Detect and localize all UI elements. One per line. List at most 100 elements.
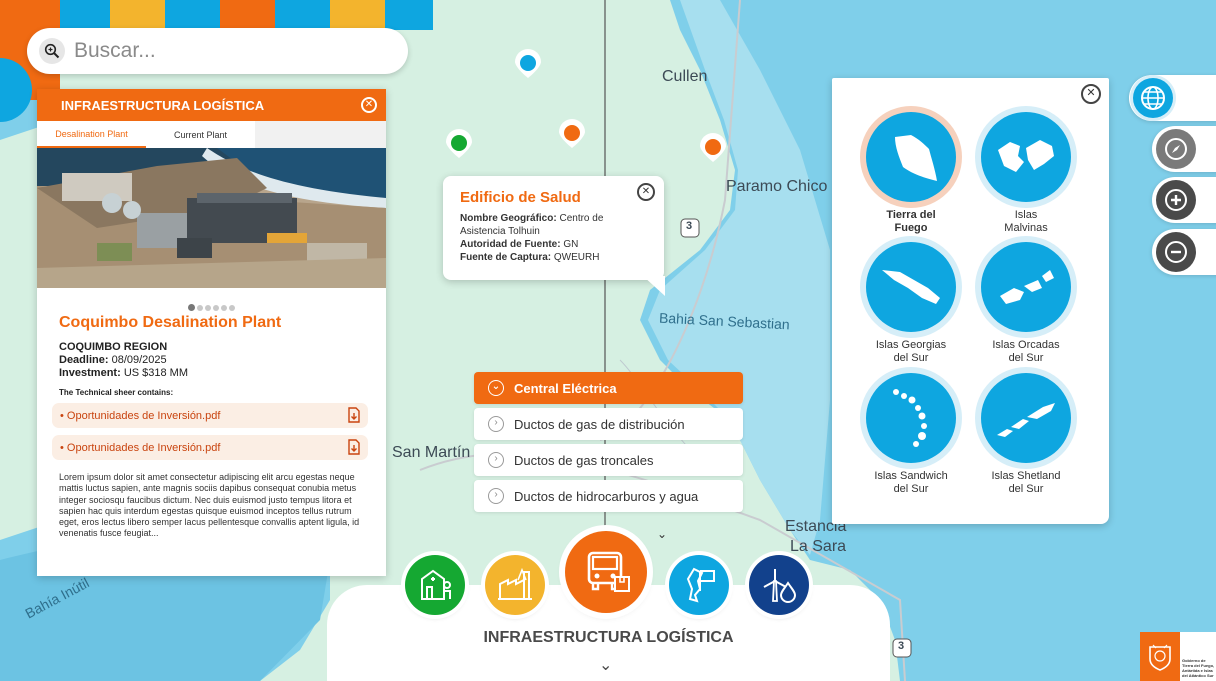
chevron-down-icon[interactable]: ⌄ (657, 527, 667, 541)
layer-label: Ductos de gas de distribución (514, 416, 685, 432)
popup-row: Asistencia Tolhuin (460, 226, 540, 237)
zoom-out-icon[interactable] (1156, 232, 1196, 272)
close-icon[interactable]: ✕ (361, 97, 377, 113)
region-islas-sandwich-del-sur[interactable]: Islas Sandwich del Sur (856, 373, 966, 496)
route-shield-label: 3 (686, 220, 693, 232)
factory-icon (498, 567, 532, 600)
hospital-icon (421, 569, 451, 600)
layer-ductos-hidrocarburos-agua[interactable]: › Ductos de hidrocarburos y agua (474, 480, 743, 512)
project-card: INFRAESTRUCTURA LOGÍSTICA ✕ Desalination… (37, 89, 386, 576)
tab-current-plant[interactable]: Current Plant (146, 121, 255, 148)
popup-row: Fuente de Captura: QWEURH (460, 252, 600, 263)
category-title: INFRAESTRUCTURA LOGÍSTICA (483, 629, 734, 646)
islas-shetland-map-icon (981, 373, 1071, 463)
project-description: Lorem ipsum dolor sit amet consectetur a… (59, 472, 360, 539)
layers-menu: ⌄ Central Eléctrica › Ductos de gas de d… (474, 372, 743, 541)
popup-row: Nombre Geográfico: Centro de (460, 213, 604, 224)
region-label: Islas Orcadas del Sur (992, 339, 1060, 364)
search-input[interactable] (74, 39, 374, 63)
chevron-down-icon[interactable]: ⌄ (599, 655, 612, 675)
coat-of-arms-icon (1140, 632, 1180, 681)
map-label-san-martin: San Martín (392, 444, 471, 461)
map-label-la-sara: La Sara (790, 538, 847, 555)
popup-details: Nombre Geográfico: Centro de Asistencia … (460, 212, 664, 264)
region-islas-malvinas[interactable]: Islas Malvinas (971, 112, 1081, 235)
map-flag-icon (686, 567, 715, 603)
tabs-filler (255, 121, 386, 148)
technical-sheet-label: The Technical sheer contains: (59, 388, 174, 397)
chevron-down-icon: ⌄ (488, 380, 504, 396)
wind-water-icon (763, 569, 797, 603)
download-icon[interactable] (347, 407, 361, 423)
truck-icon (587, 551, 630, 592)
map-popup: Edificio de Salud ✕ Nombre Geográfico: C… (443, 176, 665, 296)
region-label: Islas Shetland del Sur (991, 470, 1061, 495)
pdf-file-name: • Oportunidades de Inversión.pdf (60, 441, 221, 454)
route-shield-label: 3 (898, 640, 905, 652)
tab-desalination-plant[interactable]: Desalination Plant (37, 121, 146, 148)
category-industry-button[interactable] (485, 555, 545, 615)
islas-malvinas-map-icon (981, 112, 1071, 202)
layer-ductos-gas-distribucion[interactable]: › Ductos de gas de distribución (474, 408, 743, 440)
popup-title: Edificio de Salud (460, 189, 581, 206)
carousel-dot[interactable] (229, 305, 235, 311)
plant-photo (37, 148, 386, 288)
region-label: Islas Sandwich del Sur (874, 470, 948, 495)
carousel-dots[interactable] (37, 298, 386, 311)
card-tabs: Desalination Plant Current Plant (37, 121, 386, 148)
pdf-file-link[interactable]: • Oportunidades de Inversión.pdf (52, 403, 368, 428)
carousel-dot[interactable] (205, 305, 211, 311)
map-label-paramo-chico: Paramo Chico (726, 178, 828, 195)
popup-pointer (643, 276, 665, 296)
layer-label: Ductos de hidrocarburos y agua (514, 488, 699, 504)
carousel-dot[interactable] (197, 305, 203, 311)
islas-sandwich-map-icon (866, 373, 956, 463)
regions-panel: ✕ Tierra del Fuego Islas Malvinas Islas Ge… (832, 78, 1109, 524)
region-label: Islas Malvinas (1004, 209, 1048, 234)
pdf-file-link[interactable]: • Oportunidades de Inversión.pdf (52, 435, 368, 460)
carousel-dot[interactable] (221, 305, 227, 311)
islas-orcadas-map-icon (981, 242, 1071, 332)
search-icon[interactable] (39, 38, 65, 64)
category-logistics-button[interactable] (565, 531, 647, 613)
region-label: Tierra del Fuego (886, 209, 936, 234)
government-logo: Gobierno de Tierra del Fuego, Antártida … (1140, 632, 1216, 681)
region-islas-shetland-del-sur[interactable]: Islas Shetland del Sur (971, 373, 1081, 496)
project-investment: Investment: US $318 MM (59, 367, 189, 379)
globe-icon[interactable] (1133, 78, 1173, 118)
card-header: INFRAESTRUCTURA LOGÍSTICA ✕ (37, 89, 386, 121)
chevron-right-icon: › (488, 452, 504, 468)
layer-label: Ductos de gas troncales (514, 452, 654, 468)
layer-ductos-gas-troncales[interactable]: › Ductos de gas troncales (474, 444, 743, 476)
card-header-title: INFRAESTRUCTURA LOGÍSTICA (61, 97, 265, 113)
category-territory-button[interactable] (669, 555, 729, 615)
zoom-in-icon[interactable] (1156, 180, 1196, 220)
project-meta: COQUIMBO REGION Deadline: 08/09/2025 Inv… (59, 341, 386, 380)
chevron-right-icon: › (488, 416, 504, 432)
category-health-button[interactable] (405, 555, 465, 615)
compass-icon[interactable] (1156, 129, 1196, 169)
tierra-del-fuego-map-icon (866, 112, 956, 202)
popup-row: Autoridad de Fuente: GN (460, 239, 579, 250)
pdf-file-name: • Oportunidades de Inversión.pdf (60, 409, 221, 422)
region-label: Islas Georgias del Sur (875, 339, 947, 364)
layer-label: Central Eléctrica (514, 380, 617, 396)
download-icon[interactable] (347, 439, 361, 455)
region-islas-georgias-del-sur[interactable]: Islas Georgias del Sur (856, 242, 966, 365)
logo-text: Gobierno de Tierra del Fuego, Antártida … (1180, 632, 1216, 681)
region-islas-orcadas-del-sur[interactable]: Islas Orcadas del Sur (971, 242, 1081, 365)
project-deadline: Deadline: 08/09/2025 (59, 354, 167, 366)
map-label-cullen: Cullen (662, 68, 708, 85)
islas-georgias-map-icon (866, 242, 956, 332)
carousel-dot[interactable] (188, 304, 195, 311)
search-bar[interactable] (27, 28, 408, 74)
chevron-right-icon: › (488, 488, 504, 504)
project-title: Coquimbo Desalination Plant (59, 314, 282, 331)
close-icon[interactable]: ✕ (1081, 84, 1101, 104)
carousel-dot[interactable] (213, 305, 219, 311)
close-icon[interactable]: ✕ (637, 183, 655, 201)
region-tierra-del-fuego[interactable]: Tierra del Fuego (856, 112, 966, 235)
project-region: COQUIMBO REGION (59, 341, 168, 353)
category-energy-button[interactable] (749, 555, 809, 615)
layer-central-electrica[interactable]: ⌄ Central Eléctrica (474, 372, 743, 404)
